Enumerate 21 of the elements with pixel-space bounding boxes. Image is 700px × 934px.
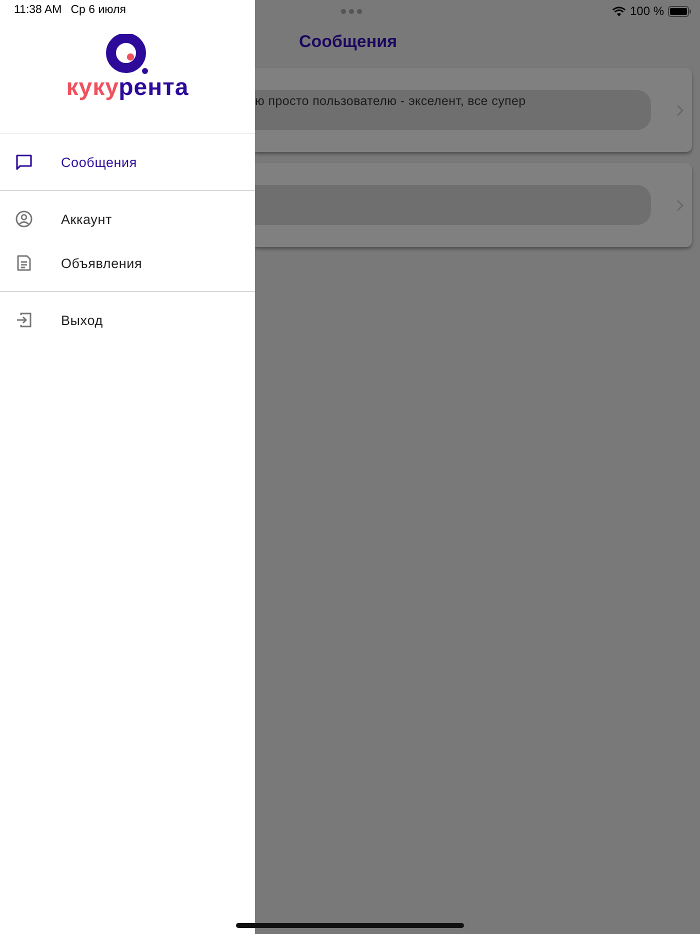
exit-icon xyxy=(15,311,33,329)
home-indicator[interactable] xyxy=(236,923,464,928)
chevron-right-icon xyxy=(676,198,684,212)
battery-percent: 100 % xyxy=(630,4,664,18)
menu-item[interactable]: Объявления xyxy=(0,241,255,285)
chat-bubble-icon xyxy=(15,153,33,171)
document-icon xyxy=(15,254,33,272)
logo-icon xyxy=(104,34,150,76)
status-date: Ср 6 июля xyxy=(70,4,126,18)
wifi-icon xyxy=(612,6,626,16)
chevron-right-icon xyxy=(676,104,684,116)
menu-item[interactable]: Аккаунт xyxy=(0,197,255,241)
multitask-dots-icon[interactable] xyxy=(341,8,362,14)
menu-item[interactable]: Сообщения xyxy=(0,140,255,184)
menu-item[interactable]: Выход xyxy=(0,298,255,342)
user-circle-icon xyxy=(15,210,33,228)
status-time: 11:38 AM xyxy=(14,4,62,18)
message-text: ю просто пользователю - экселент, все супер xyxy=(255,94,526,108)
page-title: Сообщения xyxy=(299,32,397,53)
logo-text: кукурента xyxy=(66,74,189,102)
battery-icon xyxy=(668,6,692,16)
